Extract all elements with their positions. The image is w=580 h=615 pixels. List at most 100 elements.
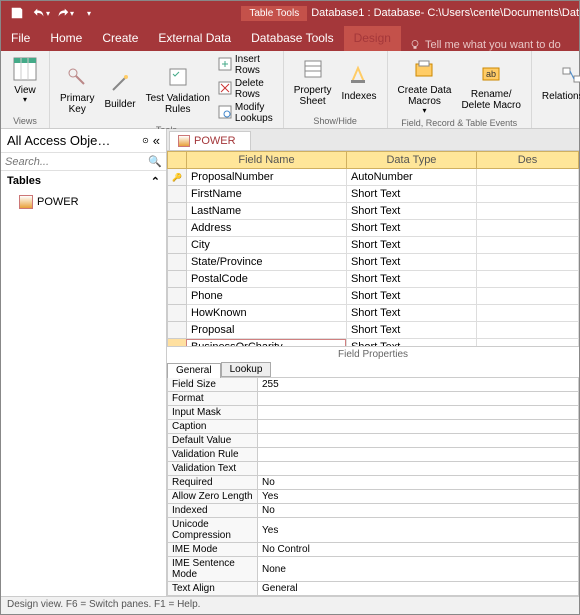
field-name-cell[interactable]: BusinessOrCharity <box>186 339 346 347</box>
property-row[interactable]: Default Value <box>168 434 579 448</box>
property-value[interactable]: None <box>258 557 579 582</box>
property-value[interactable] <box>258 420 579 434</box>
field-row[interactable]: BusinessOrCharityShort Text <box>168 339 579 347</box>
row-selector[interactable] <box>168 322 187 339</box>
tell-me-box[interactable]: Tell me what you want to do <box>401 39 569 51</box>
row-selector[interactable] <box>168 220 187 237</box>
data-type-cell[interactable]: Short Text <box>346 271 476 288</box>
tab-create[interactable]: Create <box>92 26 148 51</box>
description-cell[interactable] <box>476 220 578 237</box>
field-name-cell[interactable]: FirstName <box>186 186 346 203</box>
row-selector[interactable] <box>168 305 187 322</box>
field-name-cell[interactable]: HowKnown <box>186 305 346 322</box>
field-row[interactable]: FirstNameShort Text <box>168 186 579 203</box>
collapse-pane-icon[interactable]: « <box>153 133 160 148</box>
row-selector[interactable] <box>168 203 187 220</box>
property-sheet-button[interactable]: Property Sheet <box>290 53 336 109</box>
data-type-cell[interactable]: Short Text <box>346 237 476 254</box>
field-row[interactable]: CityShort Text <box>168 237 579 254</box>
field-name-column-header[interactable]: Field Name <box>186 152 346 169</box>
property-value[interactable] <box>258 392 579 406</box>
chevron-down-icon[interactable]: ⊙ <box>142 136 149 145</box>
property-value[interactable] <box>258 462 579 476</box>
property-value[interactable] <box>258 434 579 448</box>
field-row[interactable]: PhoneShort Text <box>168 288 579 305</box>
field-row[interactable]: HowKnownShort Text <box>168 305 579 322</box>
description-cell[interactable] <box>476 322 578 339</box>
row-selector[interactable] <box>168 169 187 186</box>
property-row[interactable]: Input Mask <box>168 406 579 420</box>
modify-lookups-button[interactable]: Modify Lookups <box>216 101 277 125</box>
field-row[interactable]: ProposalNumberAutoNumber <box>168 169 579 186</box>
property-row[interactable]: Format <box>168 392 579 406</box>
field-grid[interactable]: Field Name Data Type Des ProposalNumberA… <box>167 151 579 346</box>
data-type-cell[interactable]: AutoNumber <box>346 169 476 186</box>
description-cell[interactable] <box>476 305 578 322</box>
tab-general[interactable]: General <box>167 363 221 378</box>
data-type-column-header[interactable]: Data Type <box>346 152 476 169</box>
row-selector[interactable] <box>168 271 187 288</box>
description-cell[interactable] <box>476 169 578 186</box>
field-name-cell[interactable]: Phone <box>186 288 346 305</box>
field-name-cell[interactable]: PostalCode <box>186 271 346 288</box>
redo-button[interactable]: ▾ <box>53 1 77 25</box>
property-row[interactable]: IndexedNo <box>168 504 579 518</box>
description-cell[interactable] <box>476 203 578 220</box>
builder-button[interactable]: Builder <box>100 53 139 125</box>
property-value[interactable]: No <box>258 476 579 490</box>
data-type-cell[interactable]: Short Text <box>346 203 476 220</box>
row-selector[interactable] <box>168 339 187 347</box>
tab-lookup[interactable]: Lookup <box>221 362 272 377</box>
view-button[interactable]: View▾ <box>7 53 43 107</box>
search-input[interactable] <box>5 155 148 168</box>
field-row[interactable]: LastNameShort Text <box>168 203 579 220</box>
property-value[interactable]: Yes <box>258 518 579 543</box>
field-name-cell[interactable]: LastName <box>186 203 346 220</box>
rename-delete-macro-button[interactable]: ab Rename/ Delete Macro <box>457 53 524 118</box>
field-row[interactable]: AddressShort Text <box>168 220 579 237</box>
data-type-cell[interactable]: Short Text <box>346 288 476 305</box>
field-name-cell[interactable]: Address <box>186 220 346 237</box>
data-type-cell[interactable]: Short Text <box>346 305 476 322</box>
data-type-cell[interactable]: Short Text <box>346 339 476 347</box>
row-selector[interactable] <box>168 186 187 203</box>
property-row[interactable]: Text AlignGeneral <box>168 582 579 596</box>
description-cell[interactable] <box>476 288 578 305</box>
property-value[interactable]: No <box>258 504 579 518</box>
data-type-cell[interactable]: Short Text <box>346 186 476 203</box>
property-value[interactable]: General <box>258 582 579 596</box>
property-value[interactable] <box>258 406 579 420</box>
collapse-group-icon[interactable]: ⌃ <box>151 175 160 188</box>
delete-rows-button[interactable]: Delete Rows <box>216 77 277 101</box>
tab-design[interactable]: Design <box>344 26 401 51</box>
tab-home[interactable]: Home <box>40 26 92 51</box>
description-column-header[interactable]: Des <box>476 152 578 169</box>
tab-external-data[interactable]: External Data <box>148 26 241 51</box>
field-name-cell[interactable]: State/Province <box>186 254 346 271</box>
nav-pane-header[interactable]: All Access Obje… ⊙ « <box>1 129 166 153</box>
field-name-cell[interactable]: City <box>186 237 346 254</box>
nav-search-box[interactable]: 🔍 <box>1 153 166 171</box>
description-cell[interactable] <box>476 271 578 288</box>
row-selector[interactable] <box>168 288 187 305</box>
field-row[interactable]: PostalCodeShort Text <box>168 271 579 288</box>
field-name-cell[interactable]: Proposal <box>186 322 346 339</box>
description-cell[interactable] <box>476 254 578 271</box>
description-cell[interactable] <box>476 237 578 254</box>
field-row[interactable]: ProposalShort Text <box>168 322 579 339</box>
relationships-button[interactable]: Relationships <box>538 53 580 109</box>
property-row[interactable]: Caption <box>168 420 579 434</box>
create-data-macros-button[interactable]: Create Data Macros▾ <box>394 53 456 118</box>
test-validation-button[interactable]: Test Validation Rules <box>142 53 214 125</box>
tab-file[interactable]: File <box>1 26 40 51</box>
property-value[interactable]: Yes <box>258 490 579 504</box>
tab-database-tools[interactable]: Database Tools <box>241 26 344 51</box>
property-row[interactable]: IME Sentence ModeNone <box>168 557 579 582</box>
property-value[interactable]: No Control <box>258 543 579 557</box>
primary-key-button[interactable]: Primary Key <box>56 53 98 125</box>
search-icon[interactable]: 🔍 <box>148 155 162 168</box>
data-type-cell[interactable]: Short Text <box>346 254 476 271</box>
qat-customize-button[interactable]: ▾ <box>77 1 101 25</box>
nav-group-tables[interactable]: Tables ⌃ <box>1 171 166 192</box>
property-value[interactable] <box>258 448 579 462</box>
